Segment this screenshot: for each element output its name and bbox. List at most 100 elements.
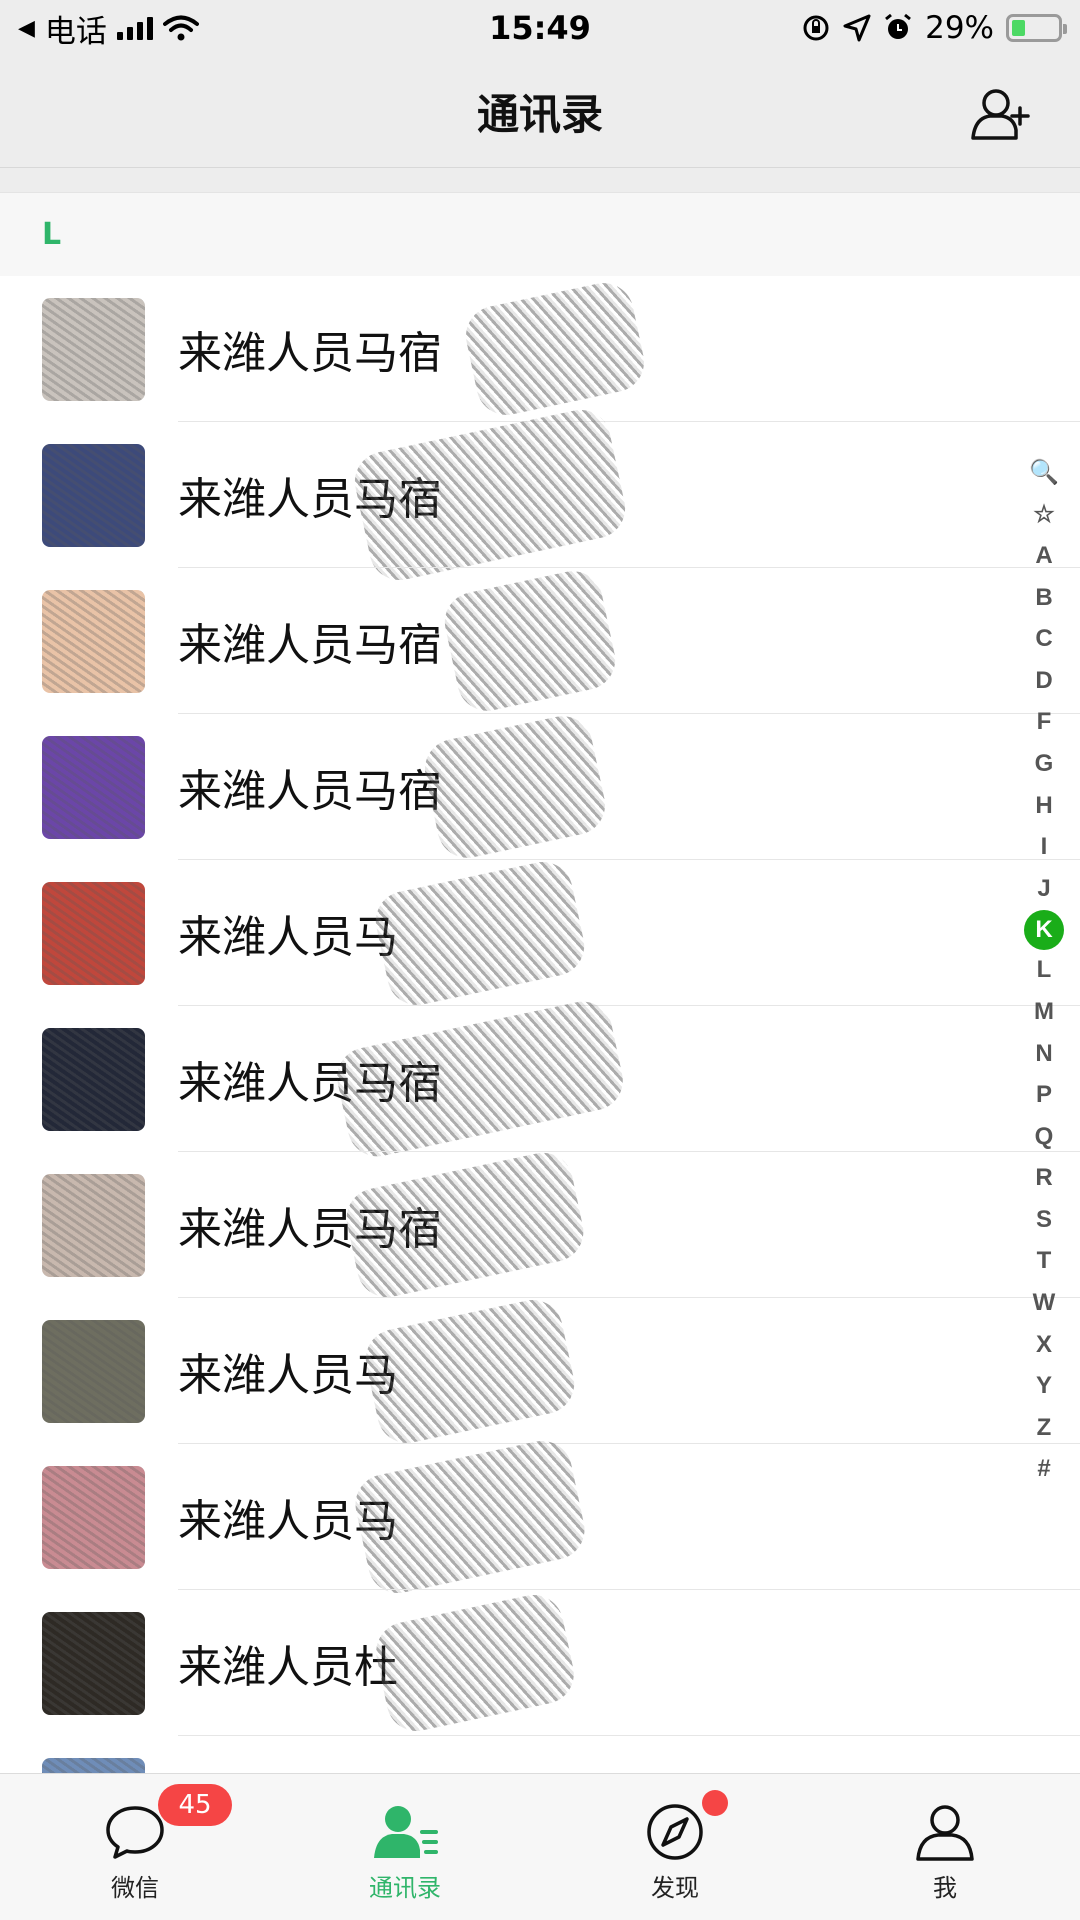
contact-row[interactable]: 来潍人员马宿 — [0, 276, 1080, 422]
back-label[interactable]: 电话 — [45, 6, 107, 51]
avatar — [42, 1027, 145, 1131]
index-letter[interactable]: B — [1024, 577, 1064, 619]
tab-discover[interactable]: 发现 — [540, 1774, 810, 1920]
contact-name: 来潍人员马宿 — [178, 620, 442, 671]
contact-row[interactable]: 来潍人员马宿 — [0, 710, 1080, 864]
tab-me[interactable]: 我 — [810, 1774, 1080, 1920]
tab-contacts-label: 通讯录 — [369, 1874, 441, 1902]
redaction-scribble — [419, 710, 611, 864]
index-letter[interactable]: L — [1024, 950, 1064, 992]
avatar-redaction — [42, 1319, 145, 1423]
avatar — [42, 297, 145, 401]
tab-contacts[interactable]: 通讯录 — [270, 1774, 540, 1920]
status-left: ◀ 电话 — [18, 6, 199, 51]
index-letter[interactable]: C — [1024, 618, 1064, 660]
avatar — [42, 589, 145, 693]
rotation-lock-icon — [803, 15, 829, 41]
avatar-redaction — [42, 589, 145, 693]
contact-row[interactable] — [0, 1736, 1080, 1776]
tab-bar: 微信 45 通讯录 发现 我 — [0, 1773, 1080, 1920]
contact-row[interactable]: 来潍人员杜 — [0, 1589, 1080, 1737]
avatar — [42, 1173, 145, 1277]
avatar-redaction — [42, 443, 145, 547]
contact-row[interactable]: 来潍人员马宿 — [0, 565, 1080, 717]
contact-row[interactable]: 来潍人员马 — [0, 1293, 1080, 1449]
avatar-redaction — [42, 1465, 145, 1569]
status-right: 29% — [801, 10, 1067, 46]
avatar-redaction — [42, 881, 145, 985]
page-title: 通讯录 — [476, 90, 603, 139]
index-letter[interactable]: I — [1024, 826, 1064, 868]
index-letter[interactable]: Q — [1024, 1116, 1064, 1158]
redaction-scribble — [460, 277, 650, 421]
index-letter[interactable]: M — [1024, 991, 1064, 1033]
avatar-redaction — [42, 1173, 145, 1277]
alphabet-index-bar[interactable]: 🔍 ☆ A B C D F G H I J K L M N P Q R S T W X Y Z # — [1022, 452, 1066, 1490]
tab-discover-label: 发现 — [651, 1874, 699, 1902]
redaction-scribble — [341, 1147, 589, 1303]
person-icon — [916, 1805, 974, 1861]
contact-list: 来潍人员马宿 来潍人员马宿 来潍人员马宿 来潍人员马宿 来潍人员马 来潍人员马宿 来潍人员马… — [0, 276, 1080, 1776]
avatar-redaction — [42, 297, 145, 401]
avatar — [42, 1611, 145, 1715]
contact-row[interactable]: 来潍人员马宿 — [0, 1147, 1080, 1303]
tab-chats[interactable]: 微信 45 — [0, 1774, 270, 1920]
battery-percent: 29% — [925, 10, 994, 46]
index-letter[interactable]: K — [1024, 909, 1064, 950]
index-letter[interactable]: T — [1024, 1241, 1064, 1283]
battery-icon — [1006, 14, 1067, 42]
contact-name: 来潍人员马宿 — [178, 328, 442, 379]
index-letter[interactable]: X — [1024, 1324, 1064, 1366]
back-arrow-icon[interactable]: ◀ — [18, 16, 35, 41]
index-letter[interactable]: Z — [1024, 1407, 1064, 1449]
redaction-scribble — [439, 565, 621, 717]
avatar — [42, 1319, 145, 1423]
index-letter[interactable]: J — [1024, 868, 1064, 910]
contact-row[interactable]: 来潍人员马宿 — [0, 404, 1080, 586]
avatar — [42, 1465, 145, 1569]
index-letter[interactable]: S — [1024, 1199, 1064, 1241]
alarm-icon — [885, 13, 912, 39]
index-letter[interactable]: N — [1024, 1033, 1064, 1075]
notification-dot — [702, 1790, 728, 1816]
avatar-redaction — [42, 1611, 145, 1715]
avatar — [42, 443, 145, 547]
contact-row[interactable]: 来潍人员马 — [0, 1435, 1080, 1599]
add-contact-icon[interactable] — [970, 86, 1030, 142]
avatar — [42, 735, 145, 839]
redaction-scribble — [331, 996, 629, 1162]
status-bar: ◀ 电话 15:49 29% — [0, 0, 1080, 56]
index-letter[interactable]: D — [1024, 660, 1064, 702]
avatar-redaction — [42, 1027, 145, 1131]
redaction-scribble — [360, 1293, 580, 1449]
index-letter[interactable]: P — [1024, 1074, 1064, 1116]
contacts-icon — [374, 1806, 438, 1858]
battery-fill — [1012, 20, 1025, 36]
index-letter[interactable]: W — [1024, 1282, 1064, 1324]
redaction-scribble — [370, 855, 590, 1011]
index-letter[interactable]: Y — [1024, 1365, 1064, 1407]
section-gap — [0, 168, 1080, 192]
index-letter[interactable]: H — [1024, 785, 1064, 827]
redaction-scribble — [370, 1589, 580, 1737]
signal-icon — [116, 16, 153, 40]
contact-row[interactable]: 来潍人员马 — [0, 855, 1080, 1011]
index-letter[interactable]: F — [1024, 702, 1064, 744]
unread-badge: 45 — [158, 1784, 232, 1826]
index-star-icon[interactable]: ☆ — [1024, 494, 1064, 536]
contact-name: 来潍人员马宿 — [178, 766, 442, 817]
contact-row[interactable]: 来潍人员马宿 — [0, 996, 1080, 1162]
index-letter[interactable]: A — [1024, 535, 1064, 577]
location-icon — [843, 14, 871, 42]
index-letter[interactable]: R — [1024, 1158, 1064, 1200]
index-letter[interactable]: G — [1024, 743, 1064, 785]
index-letter[interactable]: # — [1024, 1449, 1064, 1491]
section-header: L — [0, 192, 1080, 276]
tab-me-label: 我 — [933, 1874, 957, 1902]
redaction-scribble — [349, 1435, 591, 1599]
contact-name: 来潍人员杜 — [178, 1642, 398, 1693]
index-search-icon[interactable]: 🔍 — [1024, 452, 1064, 494]
avatar — [42, 881, 145, 985]
avatar-redaction — [42, 735, 145, 839]
wifi-icon — [162, 15, 199, 41]
